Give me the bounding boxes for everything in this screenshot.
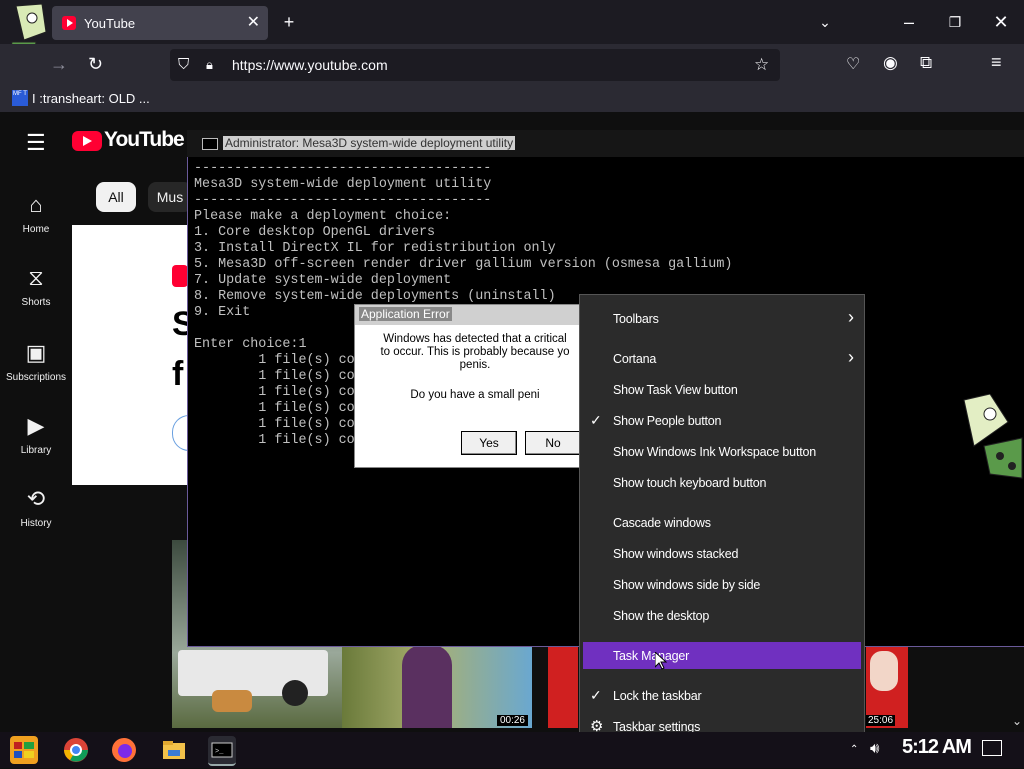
banner-letter-f: f (172, 355, 184, 393)
new-tab-button[interactable]: + (266, 0, 312, 44)
youtube-logo-text[interactable]: YouTube (104, 128, 185, 152)
lock-icon[interactable]: 🔒︎ (206, 49, 213, 81)
menu-item-task-manager[interactable]: Task Manager (613, 649, 689, 663)
bookmark-item[interactable]: I :transheart: OLD ... (32, 86, 150, 112)
checkmark-icon: ✓ (590, 412, 602, 428)
menu-item-show-touch-keyboard[interactable]: Show touch keyboard button (613, 476, 766, 490)
error-line-2: to occur. This is probably because yo (380, 346, 570, 358)
menu-item-cascade-windows[interactable]: Cascade windows (613, 516, 711, 530)
scroll-down-arrow-icon[interactable]: ⌄ (1012, 714, 1022, 728)
volume-icon[interactable]: 🔊︎ (870, 740, 879, 757)
minimize-button[interactable]: – (886, 0, 932, 44)
shorts-icon: ⧖ (28, 265, 44, 290)
youtube-logo-icon[interactable] (72, 131, 102, 151)
tab-title: YouTube (84, 15, 136, 31)
tray-chevron-icon[interactable]: ⌃ (850, 744, 858, 755)
nav-subscriptions-label: Subscriptions (5, 372, 67, 383)
video-duration-2: 25:06 (866, 715, 896, 726)
chevron-right-icon: › (848, 347, 854, 367)
error-line-1: Windows has detected that a critical (383, 333, 567, 345)
account-icon[interactable]: ◉ (883, 53, 898, 73)
yes-button[interactable]: Yes (461, 431, 517, 455)
video-thumbnail-red[interactable]: 25:06 (866, 645, 908, 728)
video-duration-1: 00:26 (496, 715, 528, 726)
menu-item-windows-side-by-side[interactable]: Show windows side by side (613, 578, 760, 592)
home-icon: ⌂ (29, 192, 43, 217)
subscriptions-icon: ▣ (25, 340, 47, 365)
bookmark-favicon: MF T (12, 90, 28, 106)
extensions-icon[interactable]: ⧉ (920, 53, 932, 73)
menu-hamburger-icon[interactable]: ≡ (991, 52, 1002, 73)
youtube-menu-icon[interactable]: ☰ (26, 130, 46, 156)
youtube-favicon-icon (62, 16, 76, 30)
nav-library[interactable]: ▶ Library (0, 413, 72, 456)
mouse-cursor-icon (654, 650, 668, 675)
chip-music[interactable]: Mus (148, 182, 192, 212)
mascot-sticker-right (960, 393, 1024, 484)
menu-item-toolbars[interactable]: Toolbars (613, 312, 659, 326)
taskbar-clock[interactable]: 5:12 AM (902, 736, 972, 759)
console-icon (202, 138, 218, 150)
checkmark-icon: ✓ (590, 687, 602, 703)
url-text[interactable]: https://www.youtube.com (232, 49, 388, 81)
menu-item-cortana[interactable]: Cortana (613, 352, 656, 366)
firefox-icon[interactable] (110, 736, 138, 764)
nav-shorts[interactable]: ⧖ Shorts (0, 265, 72, 308)
chevron-right-icon: › (848, 307, 854, 327)
file-explorer-icon[interactable] (160, 736, 188, 764)
bookmark-star-icon[interactable]: ☆ (754, 49, 769, 81)
nav-home[interactable]: ⌂ Home (0, 192, 72, 235)
nav-subscriptions[interactable]: ▣ Subscriptions (0, 340, 72, 383)
menu-item-windows-stacked[interactable]: Show windows stacked (613, 547, 738, 561)
forward-icon[interactable]: → (50, 54, 68, 75)
history-icon: ⟲ (26, 486, 46, 511)
shield-icon[interactable]: ⛉ (178, 49, 189, 81)
promo-banner[interactable]: S f (72, 225, 197, 485)
console-title-bar[interactable]: Administrator: Mesa3D system-wide deploy… (187, 130, 1024, 157)
taskbar-context-menu: Toolbars › Cortana › Show Task View butt… (579, 294, 865, 750)
nav-history-label: History (20, 518, 52, 529)
error-line-3: penis. (459, 359, 491, 371)
nav-home-label: Home (22, 224, 50, 235)
start-button[interactable] (10, 736, 38, 764)
nav-library-label: Library (20, 445, 52, 456)
url-bar[interactable]: ⛉ 🔒︎ https://www.youtube.com ☆ (170, 49, 780, 81)
video-thumbnail-portrait[interactable] (548, 645, 578, 728)
console-taskbar-icon[interactable]: >_ (208, 736, 236, 766)
application-error-dialog[interactable]: Application Error Windows has detected t… (354, 304, 582, 468)
menu-item-show-ink-workspace[interactable]: Show Windows Ink Workspace button (613, 445, 816, 459)
menu-item-show-task-view[interactable]: Show Task View button (613, 383, 738, 397)
error-dialog-title-bar[interactable]: Application Error (355, 305, 581, 325)
nav-history[interactable]: ⟲ History (0, 486, 72, 529)
bookmarks-toolbar: MF T I :transheart: OLD ... (0, 86, 1024, 112)
menu-item-lock-taskbar[interactable]: Lock the taskbar (613, 689, 702, 703)
library-icon: ▶ (27, 413, 45, 438)
menu-item-show-desktop[interactable]: Show the desktop (613, 609, 709, 623)
error-dialog-title: Application Error (359, 307, 452, 321)
close-window-button[interactable]: ✕ (978, 0, 1024, 44)
pocket-icon[interactable]: ♡ (846, 54, 860, 74)
svg-text:>_: >_ (215, 748, 224, 756)
menu-item-show-people[interactable]: Show People button (613, 414, 721, 428)
chip-all[interactable]: All (96, 182, 136, 212)
reload-icon[interactable]: ↻ (88, 54, 103, 75)
chrome-icon[interactable] (62, 736, 90, 764)
no-button[interactable]: No (525, 431, 581, 455)
notifications-icon[interactable] (982, 740, 1002, 756)
nav-shorts-label: Shorts (21, 297, 51, 308)
close-tab-icon[interactable]: ✕ (247, 12, 260, 32)
video-thumbnail-hike[interactable]: 00:26 (342, 645, 532, 728)
maximize-button[interactable]: ❐ (932, 0, 978, 44)
error-question: Do you have a small peni (410, 389, 540, 401)
console-title: Administrator: Mesa3D system-wide deploy… (223, 136, 516, 150)
error-message: Windows has detected that a critical to … (355, 333, 595, 402)
list-tabs-chevron-icon[interactable]: ⌄ (802, 0, 848, 44)
tab-youtube[interactable]: YouTube ✕ (52, 6, 268, 40)
